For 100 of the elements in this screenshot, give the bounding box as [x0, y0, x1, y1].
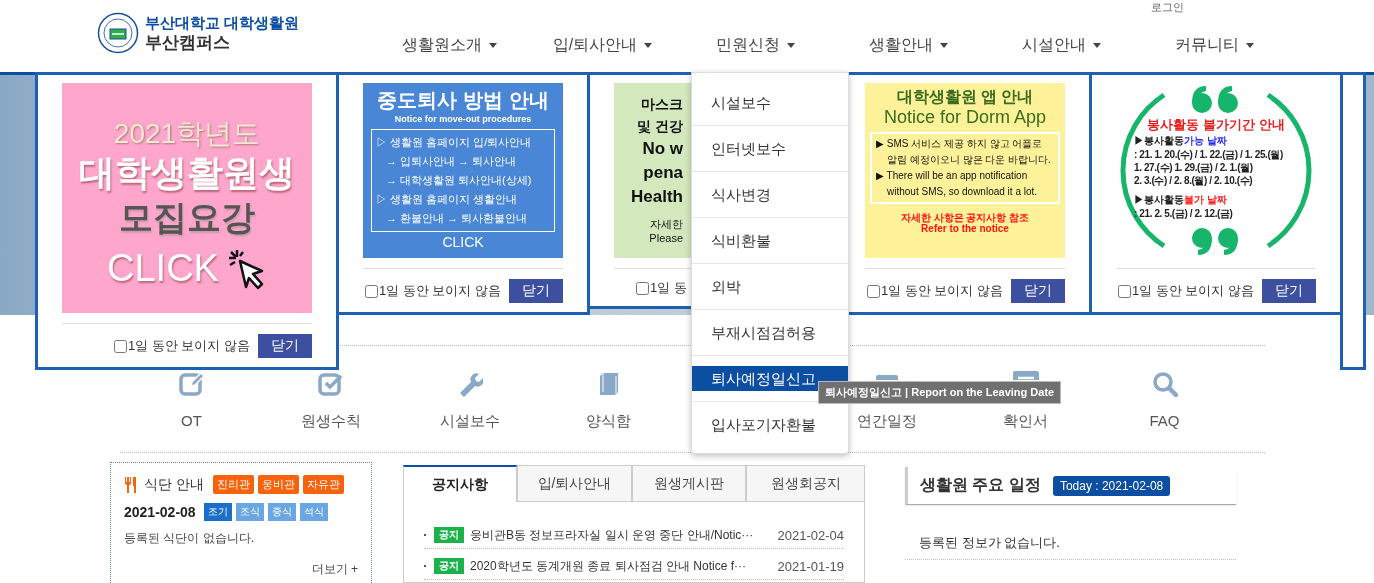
- quick-link[interactable]: 양식함: [586, 411, 631, 431]
- checkbox[interactable]: [364, 284, 378, 298]
- checkbox-label: 1일 동안 보이지 않음: [378, 282, 501, 300]
- caret-icon: [644, 42, 653, 48]
- checkbox-label: 1일 동안 보이지 않음: [880, 282, 1003, 300]
- fork-knife-icon: [124, 476, 137, 493]
- close-button[interactable]: 닫기: [509, 279, 563, 303]
- quick-link[interactable]: 연간일정: [856, 411, 917, 431]
- banner-text: 대학생활원생: [79, 151, 295, 195]
- menu-item[interactable]: 부재시점검허용: [692, 320, 848, 345]
- menu-item[interactable]: 식비환불: [692, 228, 848, 253]
- checkbox-label: 1일 동: [650, 279, 687, 297]
- checkbox-icon: [317, 371, 344, 397]
- banner-subtitle: Notice for move-out procedures: [394, 113, 532, 125]
- search-icon: [1151, 371, 1178, 397]
- tooltip: 퇴사예정일신고 | Report on the Leaving Date: [818, 381, 1062, 404]
- edit-icon: [178, 371, 205, 397]
- menu-item[interactable]: 외박: [692, 274, 848, 299]
- notice-date: 2021-01-19: [777, 558, 844, 574]
- caret-icon: [1093, 42, 1101, 48]
- banner-text: ▶봉사활동가능 날짜: [1134, 134, 1228, 148]
- banner-text: 2. 3.(수) / 2. 8.(월) / 2. 10.(수): [1134, 174, 1254, 187]
- more-link[interactable]: 더보기 +: [311, 561, 358, 578]
- empty-message: 등록된 식단이 없습니다.: [124, 530, 255, 547]
- checkbox[interactable]: [1117, 284, 1131, 298]
- nav-link[interactable]: 커뮤니티: [1175, 35, 1254, 55]
- banner-text: 자세한: [650, 217, 683, 231]
- banner-title: 봉사활동 불가기간 안내: [1147, 116, 1285, 134]
- banner-text: ▶ SMS 서비스 제공 하지 않고 어플로 알림 예정이오니 많은 다운 바랍니다.: [876, 137, 1052, 167]
- banner-text: : 21. 1. 20.(수) / 1. 22.(금) / 1. 25.(월): [1134, 148, 1283, 161]
- notice-date: 2021-02-04: [777, 527, 844, 543]
- checkbox[interactable]: [113, 339, 127, 353]
- meal-tab[interactable]: 조기: [203, 503, 232, 521]
- board-tab[interactable]: 입/퇴사안내: [517, 465, 632, 502]
- popup-banner[interactable]: 대학생활원 앱 안내 Notice for Dorm App ▶ SMS 서비스 제공 하지 않고 어플로 알림 예정이오니 많은 다운 바랍니다. ▶ There will be an app notification without SMS, so download it a lot. 자세한 사항은 공지사항 참조 Refer to the notice: [865, 83, 1065, 258]
- notice-badge: 공지: [434, 527, 464, 543]
- banner-text: 2021학년도: [113, 117, 261, 151]
- nav-link[interactable]: 생활안내: [869, 35, 948, 55]
- banner-title: 중도퇴사 방법 안내: [377, 88, 549, 113]
- banner-text: : 21. 2. 5.(금) / 2. 12.(금): [1134, 207, 1234, 220]
- menu-item[interactable]: 입사포기자환불: [692, 412, 848, 437]
- banner-text: ▶ There will be an app notification without SMS, so download it a lot.: [876, 169, 1039, 199]
- notice-badge: 공지: [434, 558, 464, 574]
- banner-note: 자세한 사항은 공지사항 참조: [900, 212, 1030, 223]
- campus-name: 부산캠퍼스: [145, 31, 231, 53]
- close-button[interactable]: 닫기: [258, 334, 312, 358]
- banner-text: pena: [643, 162, 683, 184]
- close-button[interactable]: 닫기: [1262, 279, 1316, 303]
- banner-text: → 대학생활원 퇴사안내(상세): [385, 173, 533, 188]
- nav-link[interactable]: 생활원소개: [402, 35, 497, 55]
- nav-link[interactable]: 시설안내: [1022, 35, 1101, 55]
- site-title: 부산대학교 대학생활원: [145, 13, 300, 32]
- banner-text: ▷ 생활원 홈페이지 생활안내: [376, 192, 519, 207]
- banner-text: 1. 27.(수) 1. 29.(금) / 2. 1.(월): [1134, 161, 1254, 174]
- notice-link[interactable]: 2020학년도 동계개원 종료 퇴사점검 안내 Notice f···: [470, 557, 778, 575]
- nav-link[interactable]: 민원신청: [716, 35, 795, 55]
- close-button[interactable]: 닫기: [1011, 279, 1065, 303]
- quick-link[interactable]: OT: [181, 411, 202, 431]
- popup-banner[interactable]: 중도퇴사 방법 안내 Notice for move-out procedures ▷ 생활원 홈페이지 입/퇴사안내 → 입퇴사안내 → 퇴사안내 → 대학생활원 퇴사안내(상세) ▷ 생활원 홈페이지 생활안내 → 환불안내 → 퇴사환불안내 CLICK: [363, 83, 563, 258]
- checkbox-label: 1일 동안 보이지 않음: [1131, 282, 1254, 300]
- banner-text: → 입퇴사안내 → 퇴사안내: [385, 154, 518, 169]
- banner-text: 및 건강: [637, 117, 683, 136]
- quick-link[interactable]: FAQ: [1149, 411, 1180, 431]
- caret-icon: [1246, 42, 1254, 48]
- banner-subtitle: Notice for Dorm App: [883, 107, 1047, 128]
- caret-icon: [787, 42, 795, 48]
- schedule-title: 생활원 주요 일정: [920, 475, 1041, 495]
- banner-cta: CLICK: [442, 233, 484, 252]
- menu-item[interactable]: 인터넷보수: [692, 136, 848, 161]
- nav-link[interactable]: 입/퇴사안내: [552, 35, 653, 55]
- notice-link[interactable]: 웅비관B동 정보프라자실 일시 운영 중단 안내/Notic···: [470, 526, 778, 544]
- quick-link[interactable]: 확인서: [1003, 411, 1048, 431]
- university-emblem-icon: [97, 12, 139, 54]
- meal-date: 2021-02-08: [124, 504, 196, 520]
- board-tab[interactable]: 원생회공지: [746, 465, 865, 502]
- banner-text: 모집요강: [119, 197, 255, 238]
- banner-text: Health: [631, 186, 683, 208]
- quick-link[interactable]: 시설보수: [439, 411, 500, 431]
- banner-text: No w: [642, 138, 683, 160]
- caret-icon: [489, 42, 497, 48]
- banner-text: ▷ 생활원 홈페이지 입/퇴사안내: [376, 135, 533, 150]
- board-tab[interactable]: 원생게시판: [632, 465, 746, 502]
- banner-title: 대학생활원 앱 안내: [896, 87, 1034, 107]
- today-badge: Today : 2021-02-08: [1052, 475, 1171, 496]
- banner-text: ▶봉사활동불가 날짜: [1134, 193, 1228, 207]
- meal-title: 식단 안내: [144, 475, 204, 494]
- banner-text: 마스크: [641, 95, 683, 114]
- checkbox-label: 1일 동안 보이지 않음: [127, 337, 250, 355]
- caret-icon: [940, 42, 948, 48]
- banner-text: Please: [649, 231, 683, 245]
- popup-banner[interactable]: 2021학년도 대학생활원생 모집요강 CLICK: [62, 83, 312, 313]
- banner-note: Refer to the notice: [921, 223, 1009, 234]
- checkbox[interactable]: [866, 284, 880, 298]
- banner-text: → 환불안내 → 퇴사환불안내: [385, 211, 529, 226]
- board-tab[interactable]: 공지사항: [403, 465, 517, 502]
- quick-link[interactable]: 원생수칙: [300, 411, 361, 431]
- menu-item[interactable]: 식사변경: [692, 182, 848, 207]
- checkbox[interactable]: [636, 281, 649, 295]
- menu-item[interactable]: 시설보수: [692, 90, 848, 115]
- login-link[interactable]: 로그인: [1151, 0, 1184, 14]
